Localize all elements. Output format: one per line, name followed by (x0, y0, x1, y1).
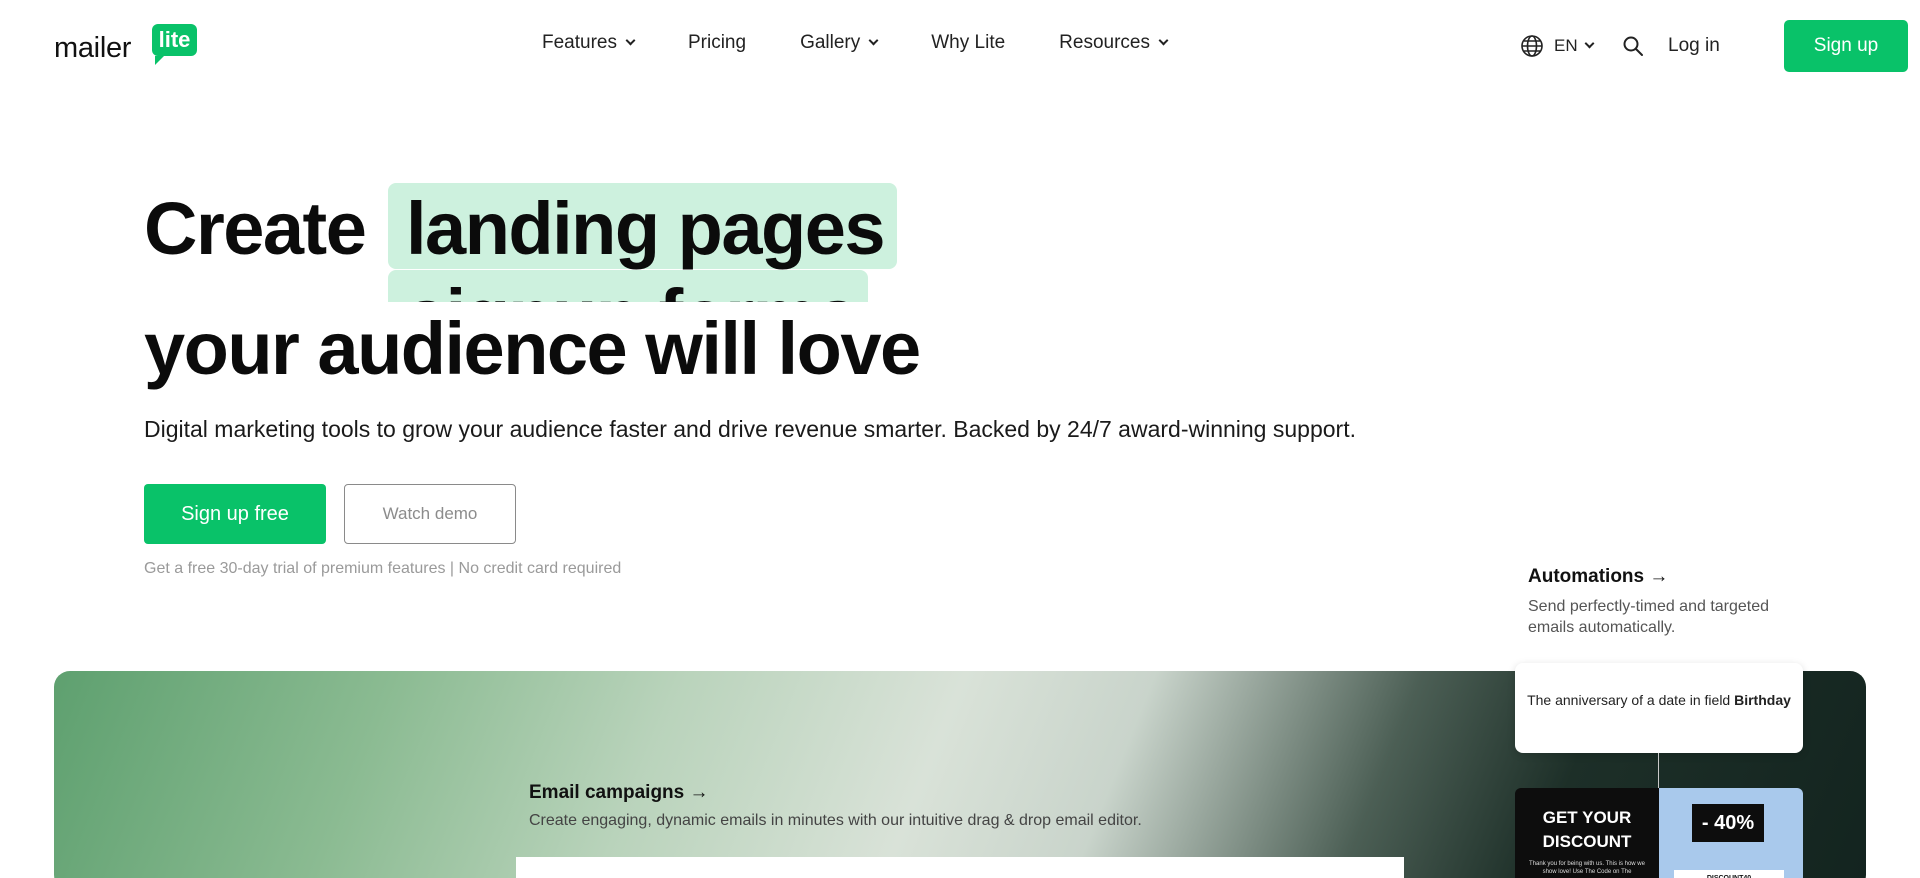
chevron-down-icon (625, 35, 636, 46)
logo-text: mailer (54, 32, 132, 64)
menu-item-label: Pricing (687, 32, 747, 53)
menu-item-gallery[interactable]: Gallery (800, 32, 879, 54)
menu-item-pricing[interactable]: Pricing (688, 32, 746, 54)
chevron-down-icon (1584, 38, 1595, 49)
menu-item-label: Why Lite (931, 32, 1006, 53)
trial-fine-print: Get a free 30-day trial of premium featu… (144, 560, 622, 577)
globe-icon[interactable] (1520, 34, 1544, 58)
logo-badge: lite (152, 24, 197, 65)
menu-item-resources[interactable]: Resources (1059, 32, 1169, 54)
menu-item-label: Gallery (800, 32, 861, 53)
trigger-text-main: The anniversary of a date in field (1527, 692, 1731, 708)
search-icon[interactable] (1622, 35, 1644, 57)
top-navigation: mailer lite Features Pricing Gallery Why… (0, 0, 1920, 92)
automations-link[interactable]: Automations → (1528, 566, 1668, 588)
menu-item-label: Resources (1059, 32, 1150, 53)
hero-heading-line2: your audience will love (144, 307, 921, 390)
language-selector[interactable]: EN (1554, 36, 1595, 56)
thumbnail-title: GET YOUR DISCOUNT (1542, 808, 1632, 851)
email-editor-preview (516, 857, 1404, 878)
chevron-down-icon (1158, 35, 1169, 46)
workflow-connector (1658, 753, 1659, 789)
menu-item-label: Features (542, 32, 617, 53)
hero-heading-prefix: Create (144, 187, 367, 270)
rotating-word-next-wrapper: signup forms (388, 270, 868, 302)
email-campaigns-description: Create engaging, dynamic emails in minut… (529, 812, 1142, 829)
thumbnail-body: Thank you for being with us. This is how… (1529, 861, 1645, 875)
signup-button[interactable]: Sign up (1784, 20, 1908, 72)
automation-trigger-card: The anniversary of a date in field Birth… (1515, 663, 1803, 753)
menu-item-why-lite[interactable]: Why Lite (931, 32, 1005, 54)
signup-free-button[interactable]: Sign up free (144, 484, 326, 544)
discount-code: DISCOUNT40 (1674, 870, 1784, 878)
main-menu: Features Pricing Gallery Why Lite Resour… (542, 32, 1221, 54)
discount-badge: - 40% (1692, 804, 1764, 842)
rotating-word-next-highlight: signup forms (388, 270, 868, 302)
email-campaigns-link[interactable]: Email campaigns → (529, 782, 709, 804)
email-template-thumbnails: GET YOUR DISCOUNT Thank you for being wi… (1515, 788, 1803, 878)
trigger-field-name: Birthday (1734, 692, 1791, 708)
discount-email-thumbnail: GET YOUR DISCOUNT Thank you for being wi… (1515, 788, 1659, 878)
trigger-text: The anniversary of a date in field Birth… (1515, 691, 1803, 709)
chevron-down-icon (868, 35, 879, 46)
language-label: EN (1554, 36, 1578, 55)
hero-subtitle: Digital marketing tools to grow your aud… (144, 416, 1356, 442)
automations-description: Send perfectly-timed and targeted emails… (1528, 598, 1770, 636)
percent-off-thumbnail: - 40% DISCOUNT40 (1659, 788, 1803, 878)
menu-item-features[interactable]: Features (542, 32, 636, 54)
rotating-word-current: landing pages (406, 187, 886, 270)
nav-actions: EN Log in Sign up (1520, 20, 1920, 72)
watch-demo-button[interactable]: Watch demo (344, 484, 516, 544)
rotating-word-highlight: landing pages (388, 183, 897, 270)
rotating-word-next: signup forms (406, 273, 858, 302)
login-link[interactable]: Log in (1668, 35, 1720, 57)
